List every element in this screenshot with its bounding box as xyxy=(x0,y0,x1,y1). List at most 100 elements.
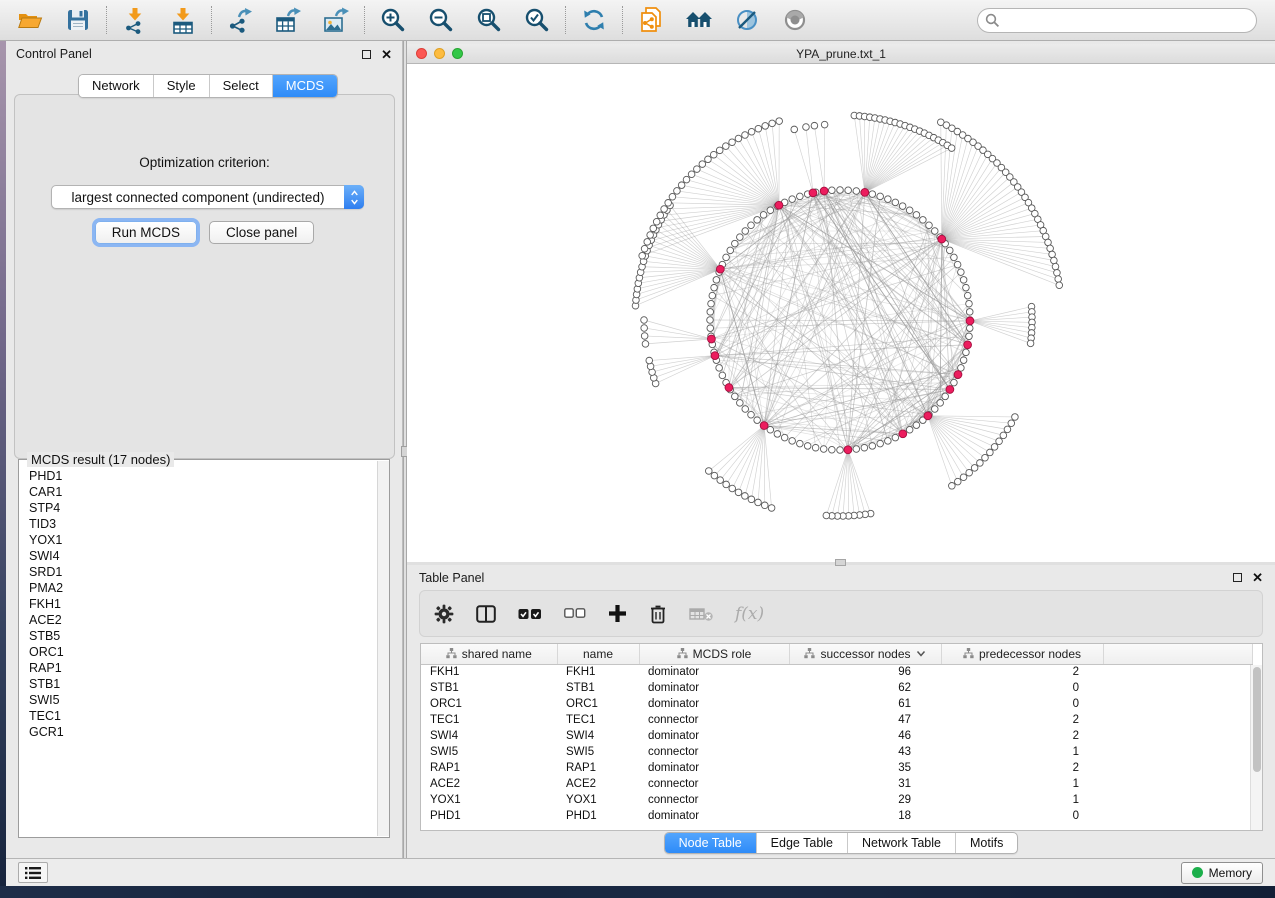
node-table[interactable]: shared namenameMCDS rolesuccessor nodesp… xyxy=(420,643,1263,831)
table-cell[interactable]: YOX1 xyxy=(557,792,639,808)
table-cell[interactable]: SWI5 xyxy=(421,744,557,760)
mcds-result-item[interactable]: SWI5 xyxy=(20,692,376,708)
export-image-icon[interactable] xyxy=(316,4,356,36)
tab-select[interactable]: Select xyxy=(210,75,273,97)
clone-network-icon[interactable] xyxy=(631,4,671,36)
float-panel-icon[interactable] xyxy=(1233,573,1242,582)
table-cell[interactable]: 2 xyxy=(941,760,1103,776)
table-cell[interactable]: 0 xyxy=(941,696,1103,712)
task-history-button[interactable] xyxy=(18,862,48,883)
table-cell[interactable]: dominator xyxy=(639,808,789,824)
table-cell[interactable]: TEC1 xyxy=(421,712,557,728)
mcds-result-list[interactable]: PHD1CAR1STP4TID3YOX1SWI4SRD1PMA2FKH1ACE2… xyxy=(20,468,376,836)
zoom-fit-icon[interactable] xyxy=(469,4,509,36)
close-panel-icon[interactable]: ✕ xyxy=(381,50,392,59)
table-cell[interactable]: 47 xyxy=(789,712,941,728)
table-row[interactable]: YOX1YOX1connector291 xyxy=(421,792,1253,808)
mcds-result-item[interactable]: CAR1 xyxy=(20,484,376,500)
zoom-out-icon[interactable] xyxy=(421,4,461,36)
table-cell[interactable]: STB1 xyxy=(557,680,639,696)
table-cell[interactable]: connector xyxy=(639,776,789,792)
table-row[interactable]: FKH1FKH1dominator962 xyxy=(421,664,1253,680)
table-cell[interactable]: connector xyxy=(639,712,789,728)
table-row[interactable]: SWI4SWI4dominator462 xyxy=(421,728,1253,744)
table-cell[interactable]: PHD1 xyxy=(421,808,557,824)
zoom-in-icon[interactable] xyxy=(373,4,413,36)
tab-style[interactable]: Style xyxy=(154,75,210,97)
mcds-result-item[interactable]: YOX1 xyxy=(20,532,376,548)
tab-motifs[interactable]: Motifs xyxy=(956,833,1017,853)
column-header[interactable]: MCDS role xyxy=(639,644,789,664)
mcds-result-item[interactable]: GCR1 xyxy=(20,724,376,740)
tab-node-table[interactable]: Node Table xyxy=(665,833,757,853)
table-cell[interactable]: 1 xyxy=(941,776,1103,792)
table-cell[interactable]: 2 xyxy=(941,712,1103,728)
table-row[interactable]: ORC1ORC1dominator610 xyxy=(421,696,1253,712)
export-network-icon[interactable] xyxy=(220,4,260,36)
run-mcds-button[interactable]: Run MCDS xyxy=(95,221,197,244)
eye-icon[interactable] xyxy=(775,4,815,36)
table-scrollbar[interactable] xyxy=(1250,665,1262,830)
table-cell[interactable]: 1 xyxy=(941,744,1103,760)
table-cell[interactable]: RAP1 xyxy=(421,760,557,776)
mcds-result-item[interactable]: STP4 xyxy=(20,500,376,516)
table-cell[interactable]: ACE2 xyxy=(421,776,557,792)
tab-mcds[interactable]: MCDS xyxy=(273,75,337,97)
table-cell[interactable]: 31 xyxy=(789,776,941,792)
mcds-result-item[interactable]: STB1 xyxy=(20,676,376,692)
table-cell[interactable]: dominator xyxy=(639,664,789,680)
table-cell[interactable]: 2 xyxy=(941,664,1103,680)
close-panel-icon[interactable]: ✕ xyxy=(1252,573,1263,582)
table-cell[interactable]: SWI4 xyxy=(421,728,557,744)
table-cell[interactable]: SWI5 xyxy=(557,744,639,760)
table-cell[interactable]: TEC1 xyxy=(557,712,639,728)
table-cell[interactable]: 35 xyxy=(789,760,941,776)
table-cell[interactable]: STB1 xyxy=(421,680,557,696)
import-table-icon[interactable] xyxy=(163,4,203,36)
mcds-result-item[interactable]: STB5 xyxy=(20,628,376,644)
open-file-icon[interactable] xyxy=(10,4,50,36)
deselect-all-icon[interactable] xyxy=(564,608,586,619)
graphics-details-icon[interactable] xyxy=(727,4,767,36)
table-row[interactable]: ACE2ACE2connector311 xyxy=(421,776,1253,792)
column-header[interactable]: successor nodes xyxy=(789,644,941,664)
mcds-result-item[interactable]: RAP1 xyxy=(20,660,376,676)
tab-network-table[interactable]: Network Table xyxy=(848,833,956,853)
mcds-result-item[interactable]: FKH1 xyxy=(20,596,376,612)
save-icon[interactable] xyxy=(58,4,98,36)
tab-network[interactable]: Network xyxy=(79,75,154,97)
table-row[interactable]: PHD1PHD1dominator180 xyxy=(421,808,1253,824)
table-cell[interactable]: 2 xyxy=(941,728,1103,744)
mcds-result-item[interactable]: SRD1 xyxy=(20,564,376,580)
table-row[interactable]: RAP1RAP1dominator352 xyxy=(421,760,1253,776)
table-cell[interactable]: dominator xyxy=(639,760,789,776)
float-panel-icon[interactable] xyxy=(362,50,371,59)
table-cell[interactable]: FKH1 xyxy=(421,664,557,680)
add-column-icon[interactable] xyxy=(608,604,627,623)
table-cell[interactable]: 0 xyxy=(941,680,1103,696)
table-cell[interactable]: ORC1 xyxy=(421,696,557,712)
mcds-result-item[interactable]: TEC1 xyxy=(20,708,376,724)
column-header[interactable]: shared name xyxy=(421,644,557,664)
table-cell[interactable]: dominator xyxy=(639,696,789,712)
table-cell[interactable]: 62 xyxy=(789,680,941,696)
table-cell[interactable]: 29 xyxy=(789,792,941,808)
mcds-result-item[interactable]: PMA2 xyxy=(20,580,376,596)
criterion-select[interactable]: largest connected component (undirected) xyxy=(51,185,364,209)
table-cell[interactable]: RAP1 xyxy=(557,760,639,776)
select-all-icon[interactable] xyxy=(518,608,542,620)
table-row[interactable]: SWI5SWI5connector431 xyxy=(421,744,1253,760)
mcds-list-scrollbar[interactable] xyxy=(377,461,389,836)
table-cell[interactable]: 46 xyxy=(789,728,941,744)
table-cell[interactable]: 96 xyxy=(789,664,941,680)
delete-column-icon[interactable] xyxy=(649,604,667,624)
table-cell[interactable]: 1 xyxy=(941,792,1103,808)
tab-edge-table[interactable]: Edge Table xyxy=(757,833,848,853)
show-columns-icon[interactable] xyxy=(476,605,496,623)
table-cell[interactable]: connector xyxy=(639,792,789,808)
export-table-icon[interactable] xyxy=(268,4,308,36)
table-row[interactable]: STB1STB1dominator620 xyxy=(421,680,1253,696)
mcds-result-item[interactable]: ACE2 xyxy=(20,612,376,628)
table-cell[interactable]: PHD1 xyxy=(557,808,639,824)
mcds-result-item[interactable]: TID3 xyxy=(20,516,376,532)
